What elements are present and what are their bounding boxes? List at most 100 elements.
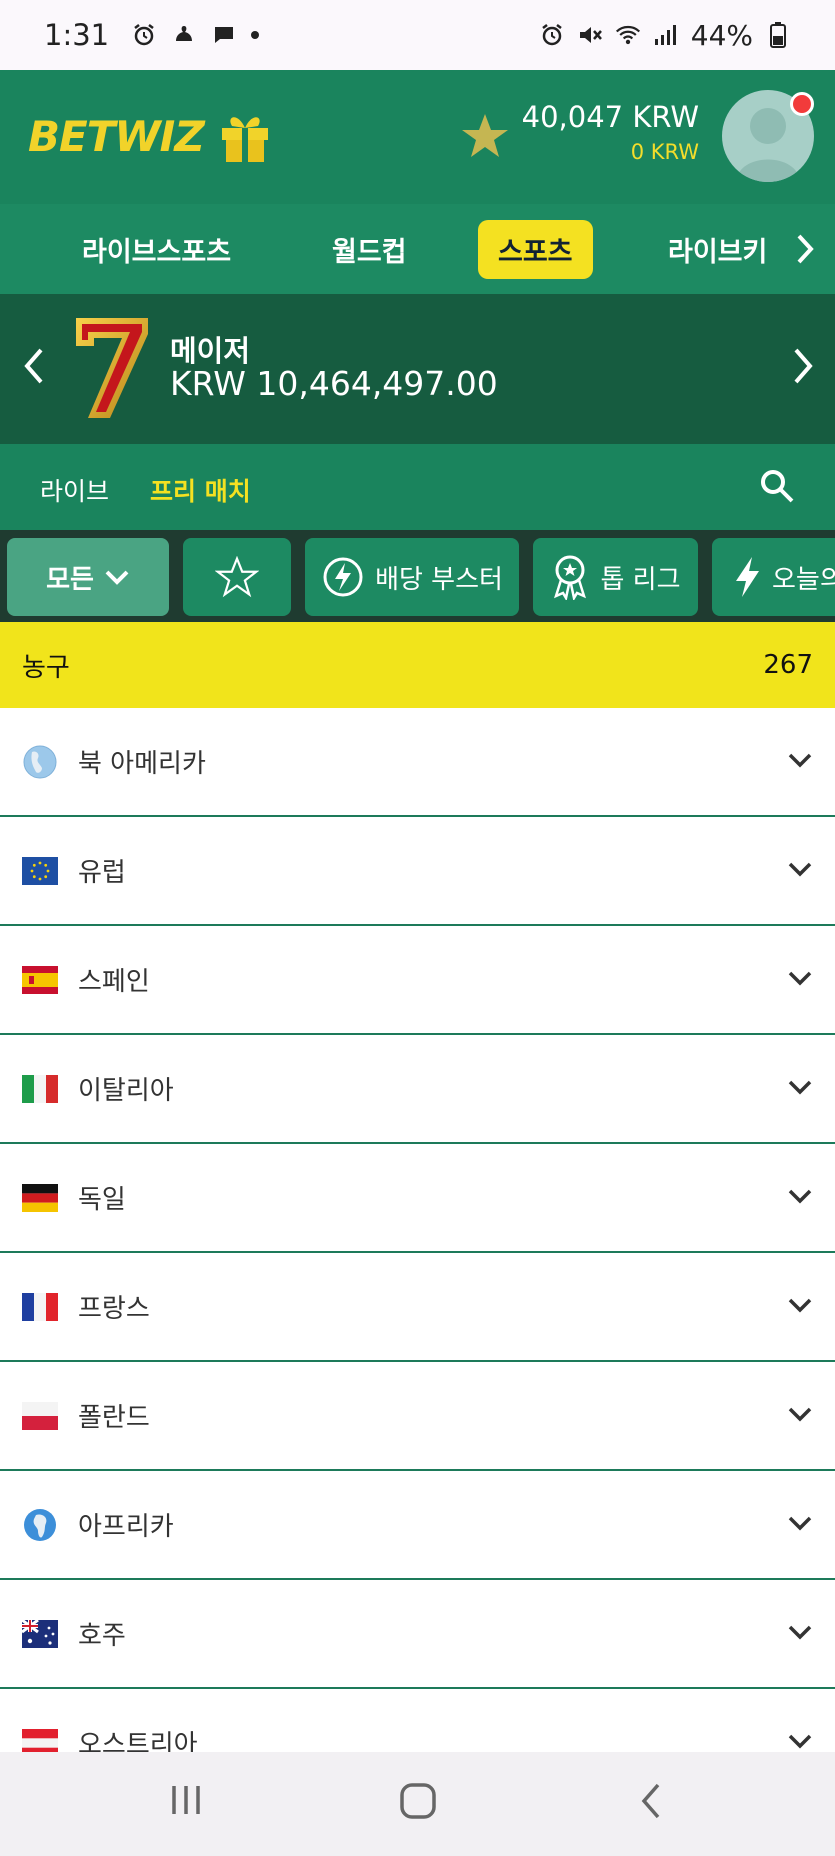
region-label: 폴란드 [78,1403,150,1433]
filter-odds-booster[interactable]: 배당 부스터 [305,538,519,616]
chevron-down-icon [788,1189,812,1204]
chevron-down-icon [105,570,129,585]
chevron-down-icon [788,862,812,877]
app-notification-icon [171,22,197,48]
chevron-down-icon [788,971,812,986]
list-item[interactable]: 스페인 [0,926,835,1035]
boost-icon [323,557,363,597]
signal-icon [653,22,679,48]
filter-top-leagues[interactable]: 톱 리그 [533,538,698,616]
jackpot-amount: KRW 10,464,497.00 [170,364,498,403]
tab-prematch[interactable]: 프리 매치 [150,472,251,508]
tab-live-sports[interactable]: 라이브스포츠 [82,204,231,294]
chevron-down-icon [788,1625,812,1640]
region-label: 이탈리아 [78,1076,174,1106]
region-label: 유럽 [78,858,126,888]
list-item[interactable]: 이탈리아 [0,1035,835,1144]
sport-event-count: 267 [763,650,813,680]
filter-chips: 모든 배당 부스터 톱 리그 오늘의 [0,530,835,622]
search-icon[interactable] [759,468,795,504]
more-dot-icon [251,31,260,39]
message-icon [211,22,237,48]
poland-flag-icon [22,1401,58,1430]
list-item[interactable]: 유럽 [0,817,835,926]
region-label: 프랑스 [78,1294,150,1324]
tab-live[interactable]: 라이브 [40,472,109,508]
tab-live-casino[interactable]: 라이브키 [668,204,780,294]
chevron-right-icon[interactable] [793,232,817,266]
home-icon[interactable] [399,1782,437,1820]
betwiz-logo[interactable]: BETWIZ [28,108,272,164]
lucky-seven-icon [76,318,148,418]
region-label: 호주 [78,1621,126,1651]
battery-percent: 44% [690,18,753,52]
region-label: 스페인 [78,967,150,997]
mute-icon [577,22,603,48]
region-label: 독일 [78,1185,126,1215]
tab-label: 라이브키 [668,236,768,268]
filter-all-dropdown[interactable]: 모든 [7,538,169,616]
system-nav-bar [0,1752,835,1856]
chip-label: 모든 [46,564,94,595]
notification-badge [790,92,814,116]
sport-header-basketball[interactable]: 농구 267 [0,622,835,708]
list-item[interactable]: 북 아메리카 [0,708,835,817]
status-bar: 1:31 44% [0,0,835,70]
france-flag-icon [22,1292,58,1321]
germany-flag-icon [22,1183,58,1212]
wifi-icon [615,22,641,48]
list-item[interactable]: 호주 [0,1580,835,1689]
chevron-down-icon [788,1516,812,1531]
list-item[interactable]: 프랑스 [0,1253,835,1362]
list-item[interactable]: 아프리카 [0,1471,835,1580]
chevron-down-icon [788,1298,812,1313]
gift-icon[interactable] [218,108,272,164]
tab-world-cup[interactable]: 월드컵 [332,204,407,294]
region-label: 북 아메리카 [78,749,206,779]
star-icon[interactable] [460,112,510,160]
chevron-left-icon[interactable] [22,346,46,386]
region-list: 북 아메리카 유럽 스페인 이탈리아 독일 프랑스 폴란드 아프리카 호주 오스… [0,708,835,1798]
logo-text-wiz: WIZ [114,111,204,161]
star-outline-icon [215,556,259,598]
sport-name: 농구 [22,652,70,683]
top-nav: 라이브스포츠 월드컵 스포츠 라이브키 [0,204,835,294]
award-icon [554,555,587,600]
alarm-icon [131,22,157,48]
chip-label: 배당 부스터 [375,564,503,595]
lightning-icon [736,557,759,597]
tab-label: 라이브스포츠 [82,236,232,268]
eu-flag-icon [22,856,58,885]
list-item[interactable]: 폴란드 [0,1362,835,1471]
chip-label: 톱 리그 [600,564,681,595]
filter-today[interactable]: 오늘의 [712,538,835,616]
logo-text-bet: BET [28,111,115,161]
tab-sports[interactable]: 스포츠 [478,204,593,294]
chip-label: 오늘의 [772,564,835,595]
balance-bonus: 0 KRW [630,140,699,164]
region-label: 아프리카 [78,1512,174,1542]
alarm-icon [539,22,565,48]
chevron-down-icon [788,1080,812,1095]
chevron-right-icon[interactable] [791,346,815,386]
jackpot-banner: 메이저 KRW 10,464,497.00 [0,294,835,444]
sub-tabs: 라이브 프리 매치 [0,444,835,530]
balance-main: 40,047 KRW [521,100,699,134]
filter-favorites[interactable] [183,538,291,616]
app-header: BETWIZ 40,047 KRW 0 KRW [0,70,835,204]
tab-label: 스포츠 [478,219,593,279]
list-item[interactable]: 독일 [0,1144,835,1253]
spain-flag-icon [22,965,58,994]
chevron-down-icon [788,753,812,768]
globe-americas-icon [23,745,57,778]
battery-icon [765,22,791,48]
globe-africa-icon [24,1508,56,1541]
italy-flag-icon [22,1074,58,1103]
chevron-down-icon [788,1407,812,1422]
tab-label: 월드컵 [332,236,407,268]
balance-display[interactable]: 40,047 KRW 0 KRW [522,100,699,164]
recent-apps-icon[interactable] [168,1782,204,1818]
back-icon[interactable] [638,1782,664,1820]
clock: 1:31 [44,18,110,52]
chevron-down-icon [788,1734,812,1749]
